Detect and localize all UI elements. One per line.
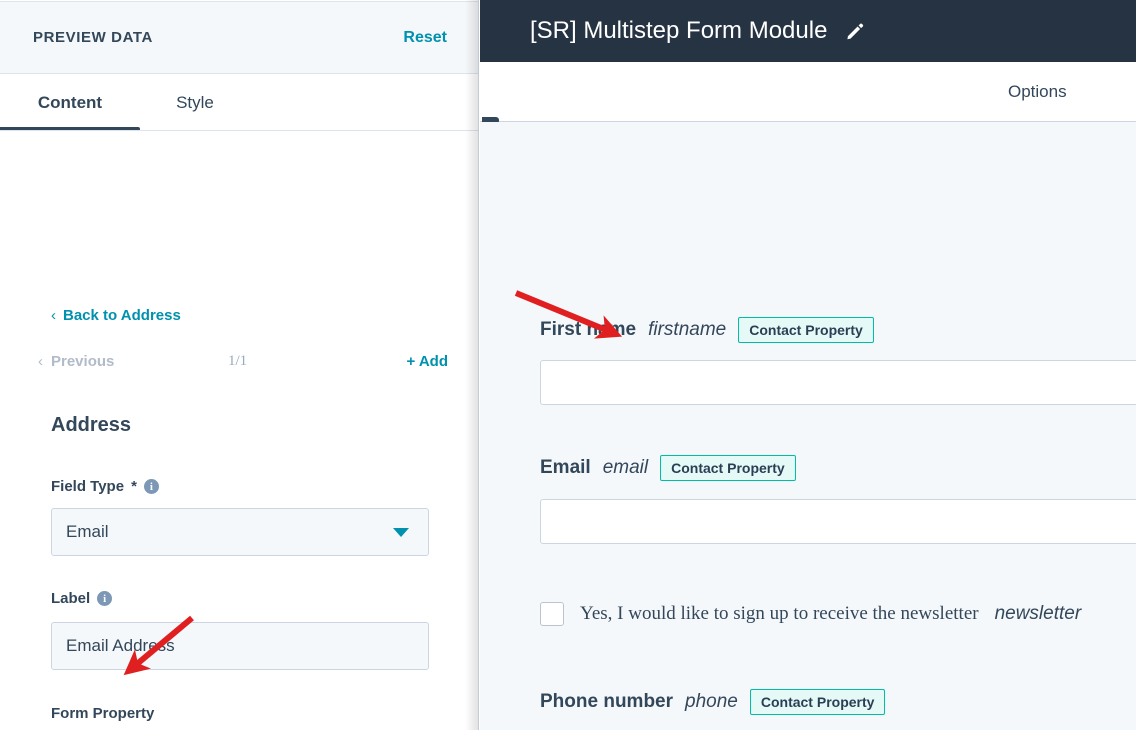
required-marker: * [131, 478, 137, 495]
contact-property-badge[interactable]: Contact Property [750, 689, 886, 715]
field-property-name: firstname [648, 319, 726, 341]
field-display-name: Phone number [540, 691, 673, 713]
module-title: [SR] Multistep Form Module [530, 17, 827, 45]
preview-row-label: Email email Contact Property [540, 455, 796, 481]
contact-property-badge[interactable]: Contact Property [660, 455, 796, 481]
preview-checkbox-row: Yes, I would like to sign up to receive … [540, 602, 1081, 626]
left-panel-body: ‹ Back to Address ‹ Previous 1/1 + Add A… [0, 131, 479, 730]
field-display-name: First name [540, 319, 636, 341]
add-button[interactable]: + Add [406, 353, 448, 370]
preview-data-bar: PREVIEW DATA Reset [0, 1, 479, 74]
form-property-label: Form Property [51, 705, 154, 722]
module-editor-panel: [SR] Multistep Form Module Options Style… [480, 0, 1136, 730]
preview-data-title: PREVIEW DATA [33, 29, 153, 46]
label-input[interactable]: Email Address [51, 622, 429, 670]
back-link-label: Back to Address [63, 307, 181, 324]
chevron-left-icon: ‹ [51, 308, 56, 323]
tab-style[interactable]: Style [140, 74, 250, 131]
checkbox-label: Yes, I would like to sign up to receive … [580, 603, 979, 625]
preview-text-input[interactable] [540, 499, 1136, 544]
page-title: Address [51, 414, 131, 437]
module-header: [SR] Multistep Form Module [480, 0, 1136, 62]
field-display-name: Email [540, 457, 591, 479]
field-property-name: email [603, 457, 648, 479]
back-to-address-link[interactable]: ‹ Back to Address [51, 307, 181, 324]
page-counter: 1/1 [228, 353, 247, 370]
module-tabs: Options Style & preview Automation NEW [480, 62, 1136, 122]
field-type-label-text: Field Type [51, 478, 124, 495]
field-property-name: newsletter [995, 603, 1082, 625]
previous-label: Previous [51, 353, 114, 370]
panel-divider [478, 0, 479, 730]
left-panel-tabs: Content Style [0, 74, 479, 131]
label-input-value: Email Address [66, 636, 175, 656]
label-field-label: Label i [51, 590, 112, 607]
info-icon[interactable]: i [97, 591, 112, 606]
info-icon[interactable]: i [144, 479, 159, 494]
preview-row-label: Phone number phone Contact Property [540, 689, 885, 715]
reset-button[interactable]: Reset [403, 29, 447, 47]
field-type-value: Email [66, 522, 109, 542]
checkbox-newsletter[interactable] [540, 602, 564, 626]
contact-property-badge[interactable]: Contact Property [738, 317, 874, 343]
tab-content[interactable]: Content [0, 74, 140, 131]
field-type-select[interactable]: Email [51, 508, 429, 556]
field-type-label: Field Type * i [51, 478, 159, 495]
field-property-name: phone [685, 691, 738, 713]
pencil-icon[interactable] [845, 21, 865, 41]
left-sidebar-panel: PREVIEW DATA Reset Content Style ‹ Back … [0, 0, 479, 730]
preview-row-label: First name firstname Contact Property [540, 317, 874, 343]
chevron-down-icon [393, 528, 409, 537]
form-property-label-text: Form Property [51, 705, 154, 722]
preview-text-input[interactable] [540, 360, 1136, 405]
chevron-left-icon: ‹ [38, 354, 43, 369]
form-preview-area: First name firstname Contact Property Em… [480, 122, 1136, 730]
label-field-label-text: Label [51, 590, 90, 607]
previous-button[interactable]: ‹ Previous [38, 353, 114, 370]
item-pager: ‹ Previous 1/1 + Add [38, 353, 448, 379]
tab-options[interactable]: Options [1008, 82, 1067, 102]
module-editor-screen: PREVIEW DATA Reset Content Style ‹ Back … [0, 0, 1136, 730]
